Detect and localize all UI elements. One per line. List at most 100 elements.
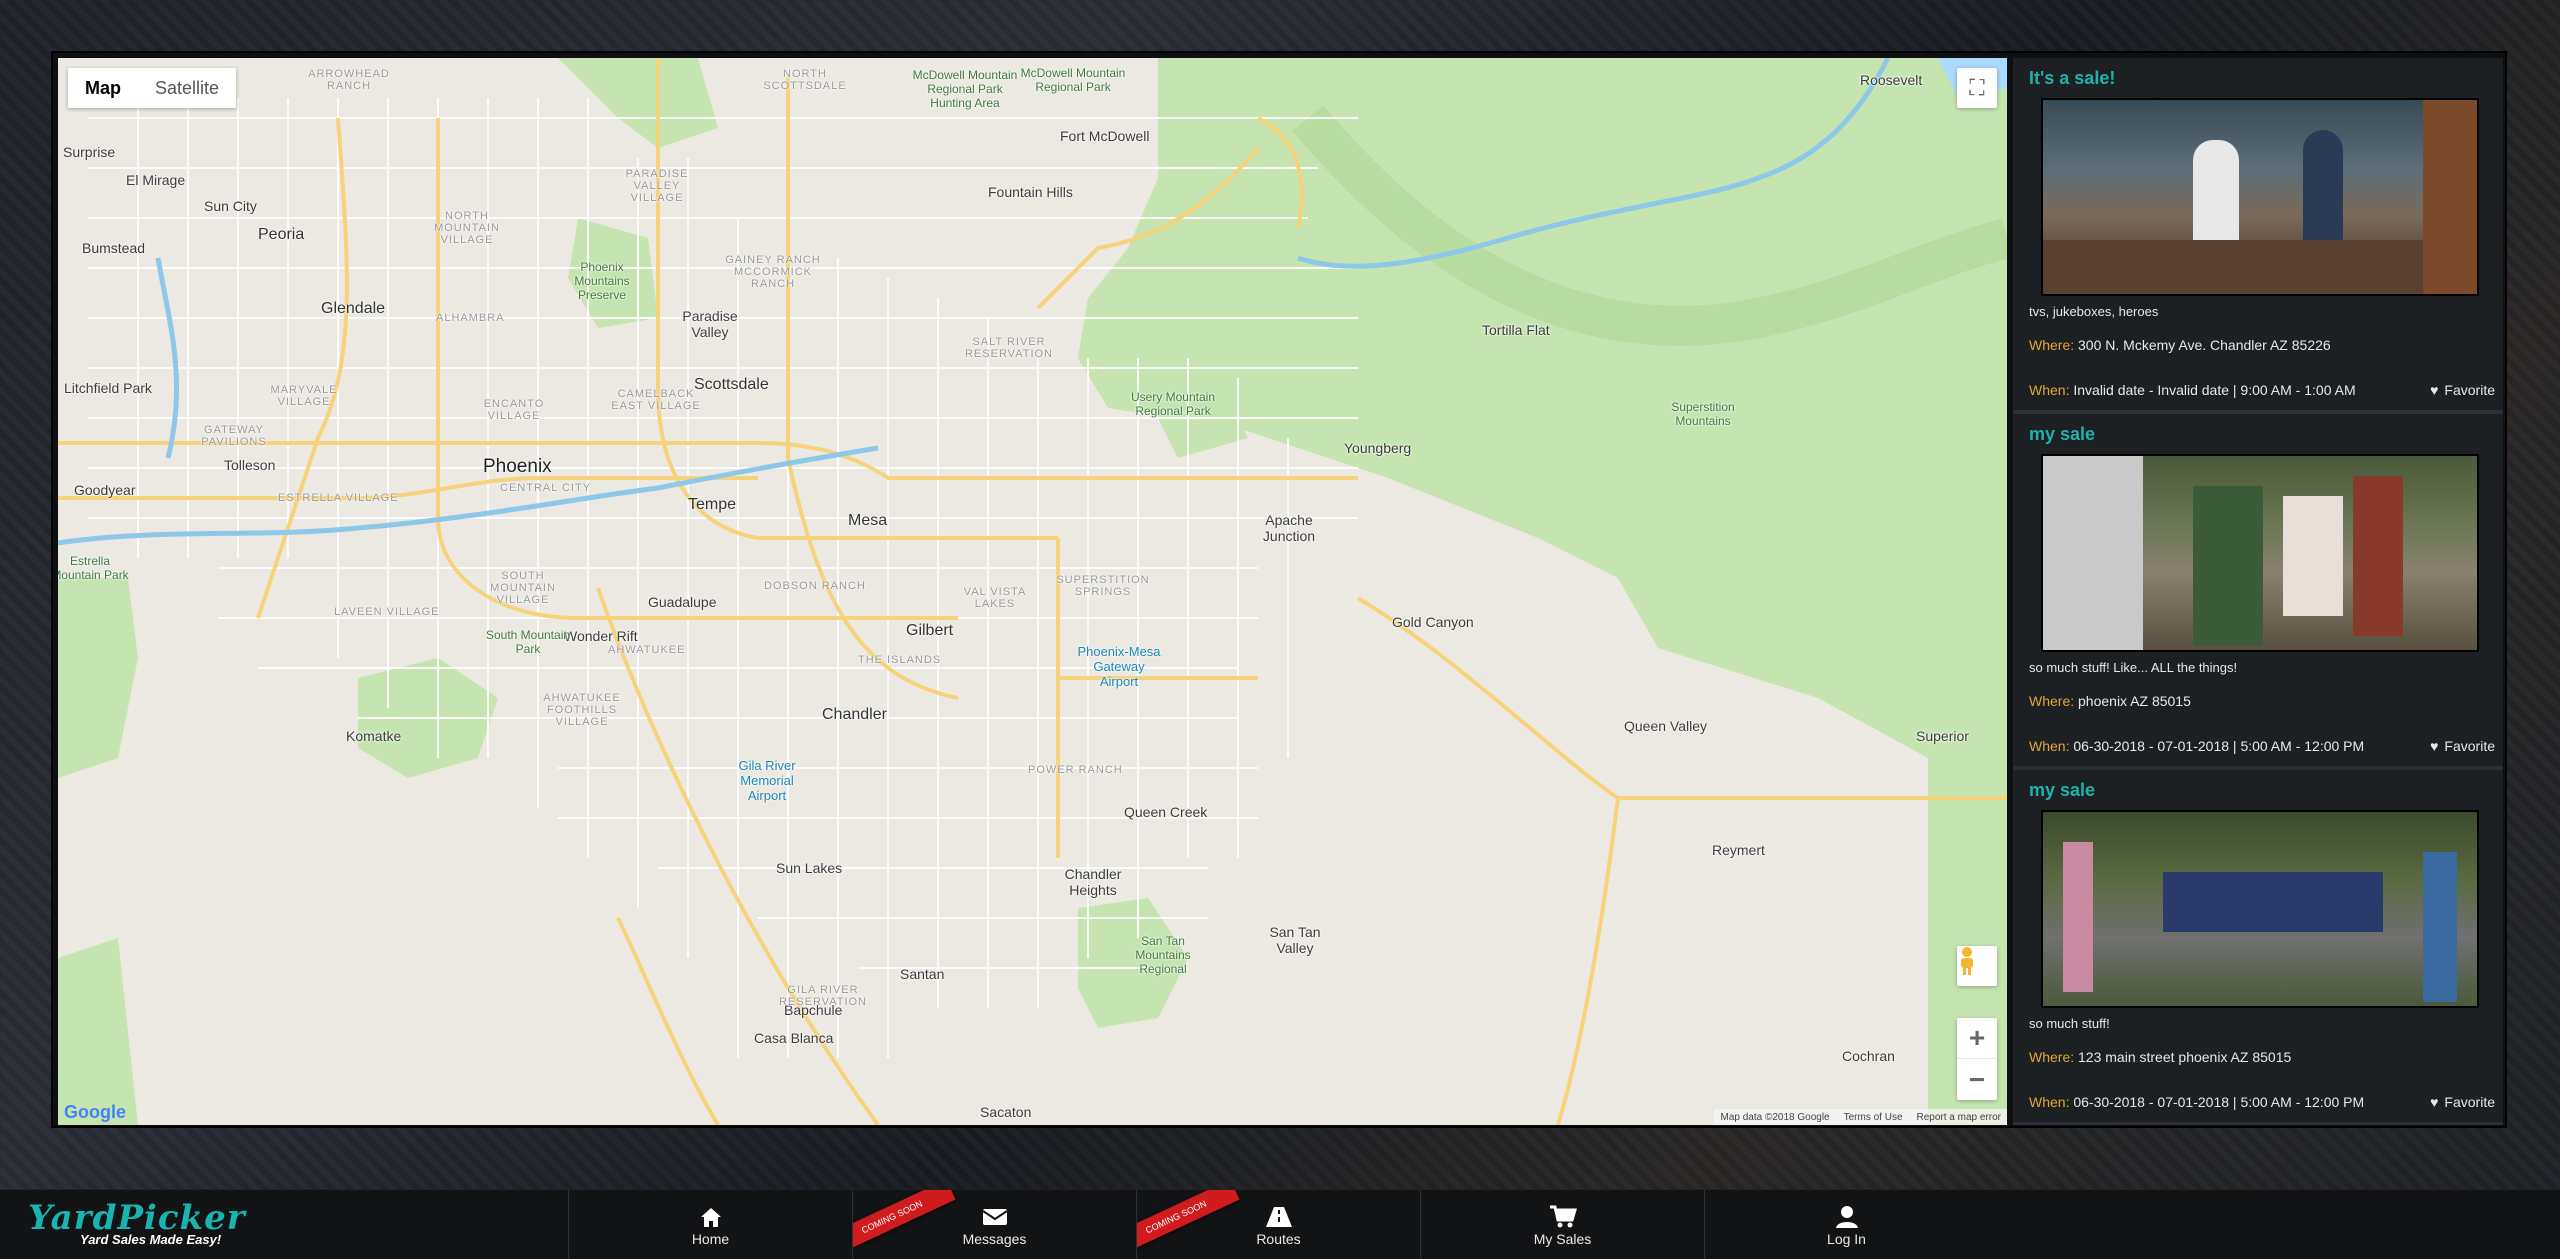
map-label-south-mountain-village: SOUTH MOUNTAIN VILLAGE (490, 570, 556, 606)
brand-logo[interactable]: YardPicker Yard Sales Made Easy! (28, 1198, 246, 1247)
map-label-mcdowell-hunting: McDowell Mountain Regional Park Hunting … (912, 68, 1018, 110)
map-label-alhambra: ALHAMBRA (436, 312, 505, 324)
fullscreen-icon: ⛶ (1969, 75, 1985, 100)
map-label-queen-valley: Queen Valley (1624, 718, 1708, 734)
map-label-queen-creek: Queen Creek (1124, 804, 1208, 820)
favorite-button[interactable]: ♥ Favorite (2430, 738, 2495, 754)
bottom-nav-bar: YardPicker Yard Sales Made Easy! Home CO… (0, 1189, 2560, 1259)
sale-card[interactable]: my sale so much stuff! Where: 123 main s… (2013, 770, 2503, 1125)
nav-routes[interactable]: COMING SOON Routes (1136, 1190, 1420, 1259)
where-label: Where: (2029, 337, 2075, 353)
map-label-tortilla-flat: Tortilla Flat (1482, 322, 1550, 338)
map-label-north-scottsdale: NORTH SCOTTSDALE (763, 68, 847, 92)
user-icon (1835, 1203, 1859, 1231)
sale-card[interactable]: It's a sale! tvs, jukeboxes, heroes Wher… (2013, 58, 2503, 414)
sale-dates: Invalid date - Invalid date | 9:00 AM - … (2073, 382, 2356, 398)
map-label-mcdowell-park: McDowell Mountain Regional Park (1020, 66, 1126, 94)
where-label: Where: (2029, 1049, 2075, 1065)
when-label: When: (2029, 382, 2070, 398)
heart-icon: ♥ (2430, 1094, 2439, 1110)
google-logo: Google (64, 1102, 126, 1123)
map-label-goodyear: Goodyear (74, 482, 136, 498)
map-label-estrella: Estrella Mountain Park (58, 554, 129, 582)
map-label-dobson: DOBSON RANCH (764, 580, 866, 592)
map-view[interactable]: Phoenix Tempe Mesa Scottsdale Glendale P… (58, 58, 2007, 1125)
map-label-apache-junction: Apache Junction (1262, 512, 1316, 544)
map-label-camelback: CAMELBACK EAST VILLAGE (611, 388, 701, 412)
nav-my-sales[interactable]: My Sales (1420, 1190, 1704, 1259)
terms-link[interactable]: Terms of Use (1844, 1112, 1903, 1123)
map-label-chandler-heights: Chandler Heights (1064, 866, 1122, 898)
map-type-control: Map Satellite (68, 68, 237, 108)
sale-when: When: Invalid date - Invalid date | 9:00… (2029, 382, 2495, 398)
favorite-label: Favorite (2444, 738, 2495, 754)
sale-description: so much stuff! (2029, 1016, 2110, 1031)
when-label: When: (2029, 738, 2070, 754)
street-view-pegman-button[interactable] (1957, 946, 1997, 986)
map-label-reymert: Reymert (1712, 842, 1765, 858)
map-label-gilbert: Gilbert (906, 622, 954, 639)
sale-title[interactable]: my sale (2029, 780, 2495, 801)
map-label-casa-blanca: Casa Blanca (754, 1030, 834, 1046)
map-attribution: Map data ©2018 Google Terms of Use Repor… (1714, 1109, 2007, 1125)
map-label-estrella-village: ESTRELLA VILLAGE (278, 492, 399, 504)
sale-where: Where: 123 main street phoenix AZ 85015 (2029, 1049, 2495, 1065)
map-label-the-islands: THE ISLANDS (858, 654, 942, 666)
heart-icon: ♥ (2430, 738, 2439, 754)
main-container: Phoenix Tempe Mesa Scottsdale Glendale P… (51, 51, 2507, 1128)
map-type-map-button[interactable]: Map (68, 68, 138, 108)
map-label-sun-lakes: Sun Lakes (776, 860, 843, 876)
nav-routes-label: Routes (1256, 1231, 1301, 1247)
map-label-fountain-hills: Fountain Hills (988, 184, 1073, 200)
nav-home[interactable]: Home (568, 1190, 852, 1259)
map-data-text: Map data ©2018 Google (1720, 1111, 1830, 1123)
map-label-gila-airport: Gila River Memorial Airport (738, 758, 796, 803)
map-label-gold-canyon: Gold Canyon (1392, 614, 1474, 630)
report-error-link[interactable]: Report a map error (1917, 1112, 2001, 1123)
map-label-bumstead: Bumstead (82, 240, 146, 256)
fullscreen-button[interactable]: ⛶ (1957, 68, 1997, 108)
map-label-gateway-pavilions: GATEWAY PAVILIONS (201, 424, 267, 448)
coming-soon-ribbon: COMING SOON (853, 1190, 956, 1255)
zoom-in-button[interactable]: + (1957, 1018, 1997, 1059)
zoom-out-button[interactable]: − (1957, 1059, 1997, 1100)
sale-title[interactable]: my sale (2029, 424, 2495, 445)
favorite-button[interactable]: ♥ Favorite (2430, 382, 2495, 398)
map-label-superior: Superior (1916, 728, 1969, 744)
sale-description: tvs, jukeboxes, heroes (2029, 304, 2159, 319)
map-label-san-tan-valley: San Tan Valley (1269, 924, 1321, 956)
sale-address: 123 main street phoenix AZ 85015 (2078, 1049, 2292, 1065)
home-icon (699, 1203, 723, 1231)
map-label-santan: Santan (900, 966, 945, 982)
map-label-superstition-springs: SUPERSTITION SPRINGS (1056, 574, 1150, 598)
map-label-glendale: Glendale (321, 300, 386, 317)
map-label-komatke: Komatke (346, 728, 402, 744)
sale-title[interactable]: It's a sale! (2029, 68, 2495, 89)
sale-photo (2041, 98, 2479, 296)
map-label-superstition: Superstition Mountains (1671, 400, 1735, 428)
map-label-gainey: GAINEY RANCH MCCORMICK RANCH (725, 254, 821, 290)
map-label-gateway-airport: Phoenix-Mesa Gateway Airport (1077, 644, 1161, 689)
sale-address: 300 N. Mckemy Ave. Chandler AZ 85226 (2078, 337, 2331, 353)
map-label-litchfield: Litchfield Park (64, 380, 152, 396)
map-label-tempe: Tempe (688, 496, 737, 513)
map-label-sun-city: Sun City (204, 198, 257, 214)
map-label-phoenix-mountains: Phoenix Mountains Preserve (574, 260, 630, 302)
nav-log-in[interactable]: Log In (1704, 1190, 1988, 1259)
nav-log-in-label: Log In (1827, 1231, 1866, 1247)
map-label-surprise: Surprise (63, 144, 116, 160)
sale-card[interactable]: my sale so much stuff! Like... ALL the t… (2013, 414, 2503, 770)
map-label-north-mountain: NORTH MOUNTAIN VILLAGE (434, 210, 500, 246)
map-label-salt-river: SALT RIVER RESERVATION (964, 336, 1054, 360)
map-label-paradise-valley: Paradise Valley (682, 308, 738, 340)
map-label-el-mirage: El Mirage (126, 172, 186, 188)
map-label-central-city: CENTRAL CITY (500, 482, 592, 494)
sale-address: phoenix AZ 85015 (2078, 693, 2191, 709)
nav-messages[interactable]: COMING SOON Messages (852, 1190, 1136, 1259)
map-label-power-ranch: POWER RANCH (1028, 764, 1123, 776)
map-type-satellite-button[interactable]: Satellite (138, 68, 236, 108)
plus-icon: + (1968, 1022, 1986, 1053)
favorite-button[interactable]: ♥ Favorite (2430, 1094, 2495, 1110)
pegman-icon (1961, 947, 1973, 975)
map-label-guadalupe: Guadalupe (648, 594, 717, 610)
